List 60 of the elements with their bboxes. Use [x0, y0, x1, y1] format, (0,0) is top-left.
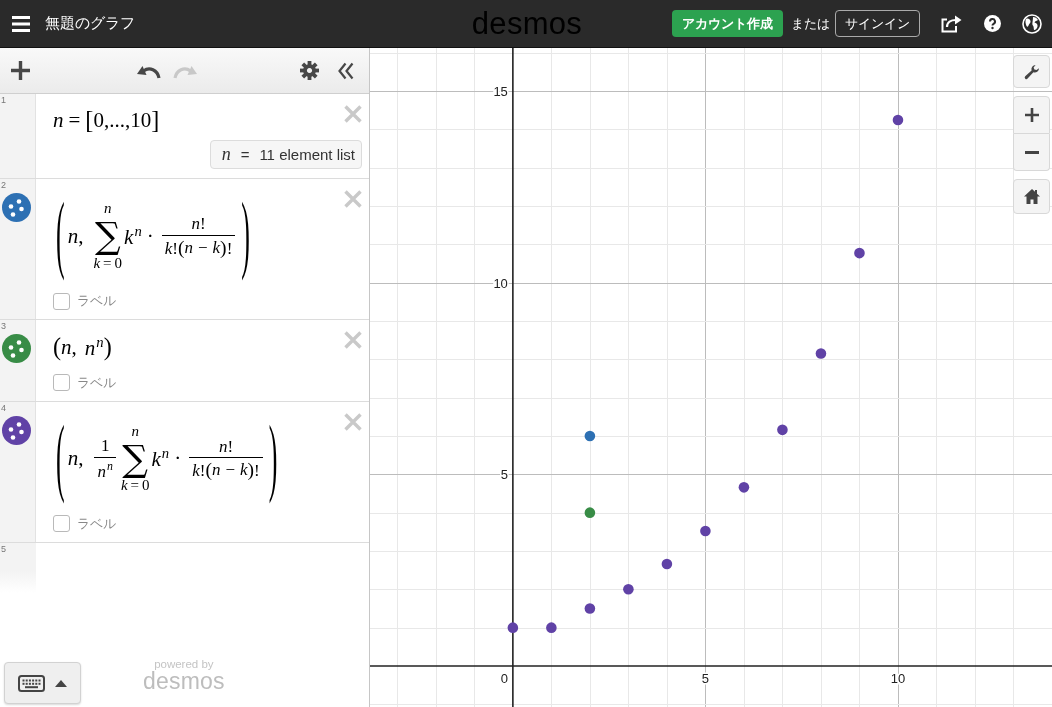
evaluation-result: n = 11 element list: [209, 140, 362, 170]
powered-by-text: powered by: [154, 658, 214, 670]
help-icon[interactable]: [984, 15, 1001, 32]
axis-tick-label: 5: [701, 671, 710, 686]
data-point: [623, 584, 634, 595]
line-number: 2: [0, 179, 6, 191]
axis-tick-label: 15: [493, 83, 508, 99]
caret-up-icon: [55, 679, 67, 687]
checkbox-label[interactable]: ラベル: [77, 373, 116, 392]
data-point: [584, 603, 596, 614]
home-icon: [1023, 189, 1040, 204]
double-chevron-left-icon[interactable]: [337, 61, 355, 80]
sign-in-button[interactable]: サインイン: [835, 10, 920, 37]
graph-settings-button[interactable]: [1013, 55, 1050, 88]
minus-icon: [1024, 150, 1039, 154]
wrench-icon: [1023, 63, 1040, 80]
label-checkbox[interactable]: [53, 374, 70, 392]
line-number: 1: [0, 94, 6, 105]
points-style-icon[interactable]: [2, 415, 31, 445]
globe-icon[interactable]: [1022, 13, 1042, 34]
home-button[interactable]: [1013, 179, 1050, 214]
math-formula[interactable]: n = [0,...,10]: [53, 107, 160, 134]
axis-tick-label: 10: [493, 275, 508, 291]
line-number: 5: [0, 542, 6, 554]
plus-icon: [1024, 108, 1039, 122]
zoom-in-button[interactable]: [1013, 96, 1050, 134]
graph-title[interactable]: 無題のグラフ: [45, 14, 135, 33]
line-number: 3: [0, 320, 6, 332]
label-checkbox[interactable]: [53, 515, 70, 533]
zoom-out-button[interactable]: [1013, 134, 1050, 171]
data-point: [892, 114, 904, 126]
data-point: [546, 622, 557, 633]
share-icon[interactable]: [941, 14, 962, 33]
menu-icon[interactable]: [12, 15, 30, 32]
data-point: [584, 507, 596, 518]
keyboard-toggle-button[interactable]: [4, 662, 81, 704]
label-checkbox[interactable]: [53, 292, 70, 310]
data-point: [700, 525, 711, 537]
gear-icon[interactable]: [300, 61, 319, 80]
math-formula[interactable]: (n, n$^{n}$): [53, 333, 112, 362]
data-point: [584, 430, 596, 442]
axis-tick-label: 0: [500, 671, 508, 686]
data-point: [661, 558, 673, 570]
footer-logo: desmos: [143, 670, 225, 693]
data-point: [815, 348, 827, 359]
data-point: [507, 622, 519, 633]
or-text: または: [791, 14, 830, 33]
keyboard-icon: [18, 674, 45, 692]
points-style-icon[interactable]: [2, 193, 31, 223]
checkbox-label[interactable]: ラベル: [77, 514, 116, 533]
data-point: [777, 424, 788, 436]
data-point: [738, 482, 750, 493]
data-point: [854, 247, 865, 259]
axis-tick-label: 5: [500, 467, 508, 483]
graph-plot[interactable]: 0 5 10 5 10 15: [370, 48, 1052, 707]
axis-tick-label: 10: [890, 671, 906, 686]
line-number: 4: [0, 401, 6, 413]
checkbox-label[interactable]: ラベル: [77, 292, 116, 311]
points-style-icon[interactable]: [2, 334, 31, 364]
add-icon[interactable]: [11, 61, 30, 80]
